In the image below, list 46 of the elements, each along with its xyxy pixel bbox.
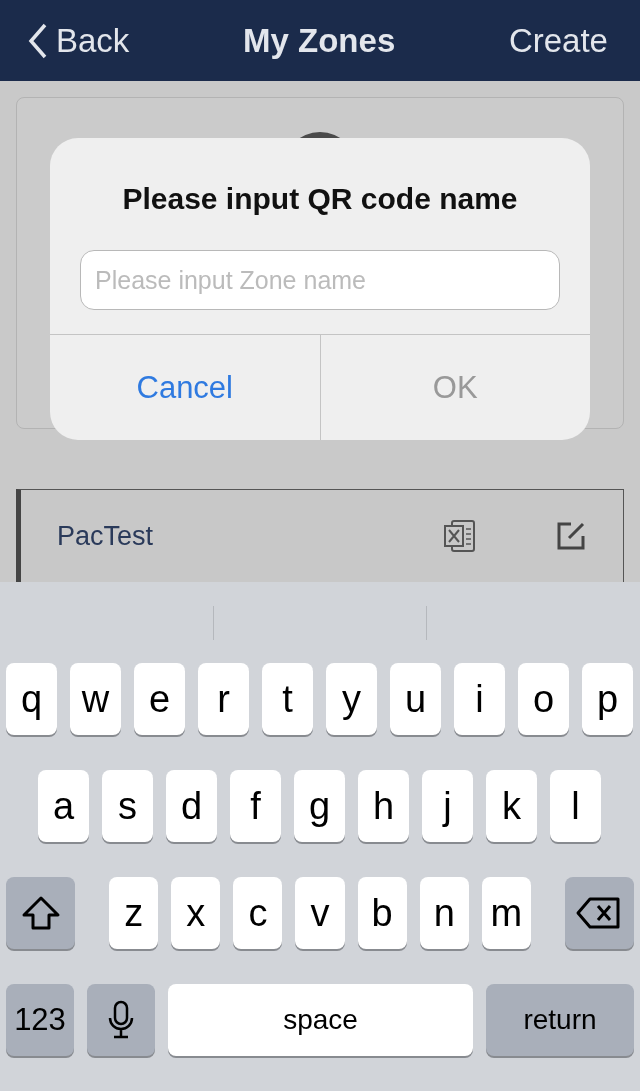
keyboard-key[interactable]: q — [6, 663, 57, 735]
keyboard-key[interactable]: v — [295, 877, 345, 949]
return-key[interactable]: return — [486, 984, 634, 1056]
keyboard-key[interactable]: y — [326, 663, 377, 735]
keyboard-key[interactable]: k — [486, 770, 537, 842]
keyboard-key[interactable]: c — [233, 877, 283, 949]
spreadsheet-icon[interactable] — [443, 519, 477, 553]
dialog-title: Please input QR code name — [121, 182, 519, 216]
keyboard-key[interactable]: x — [171, 877, 221, 949]
keyboard-key[interactable]: s — [102, 770, 153, 842]
keyboard-key[interactable]: d — [166, 770, 217, 842]
shift-key[interactable] — [6, 877, 76, 949]
microphone-icon — [107, 1000, 135, 1040]
keyboard-key[interactable]: t — [262, 663, 313, 735]
numbers-key[interactable]: 123 — [6, 984, 74, 1056]
zone-row[interactable]: PacTest — [16, 489, 624, 582]
keyboard-key[interactable]: h — [358, 770, 409, 842]
keyboard-key[interactable]: l — [550, 770, 601, 842]
keyboard-key[interactable]: f — [230, 770, 281, 842]
keyboard-key[interactable]: w — [70, 663, 121, 735]
keyboard-key[interactable]: e — [134, 663, 185, 735]
keyboard-key[interactable]: z — [109, 877, 159, 949]
backspace-icon — [576, 895, 623, 931]
keyboard-key[interactable]: j — [422, 770, 473, 842]
keyboard-key[interactable]: i — [454, 663, 505, 735]
keyboard-key[interactable]: r — [198, 663, 249, 735]
back-button[interactable]: Back — [28, 21, 130, 60]
keyboard-key[interactable]: o — [518, 663, 569, 735]
keyboard-key[interactable]: m — [481, 877, 531, 949]
keyboard-key[interactable]: n — [419, 877, 469, 949]
chevron-left-icon — [28, 22, 48, 59]
page-title: My Zones — [243, 21, 396, 60]
delete-key[interactable] — [564, 877, 634, 949]
keyboard-key[interactable]: g — [294, 770, 345, 842]
edit-icon[interactable] — [555, 520, 587, 552]
create-button[interactable]: Create — [508, 21, 608, 60]
keyboard-key[interactable]: a — [38, 770, 89, 842]
dictation-key[interactable] — [87, 984, 155, 1056]
keyboard-key[interactable]: b — [357, 877, 407, 949]
shift-icon — [20, 895, 61, 931]
keyboard-key[interactable]: u — [390, 663, 441, 735]
zone-name-field[interactable]: Please input Zone name — [80, 250, 560, 310]
space-key[interactable]: space — [168, 984, 473, 1056]
dialog-button[interactable]: Cancel — [50, 335, 320, 440]
keyboard-key[interactable]: p — [582, 663, 633, 735]
zone-name: PacTest — [57, 520, 155, 552]
